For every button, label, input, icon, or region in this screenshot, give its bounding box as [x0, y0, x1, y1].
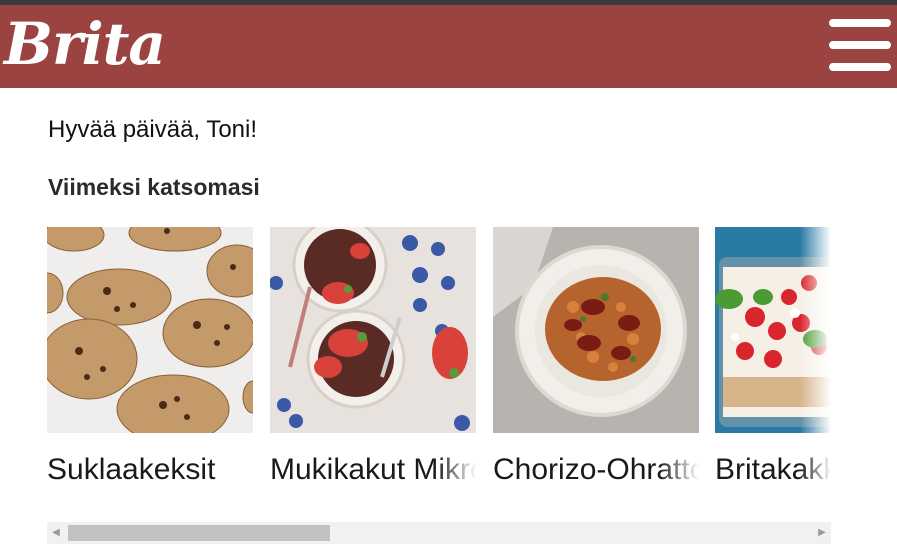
recipe-label: Suklaakeksit	[47, 451, 253, 489]
greeting-text: Hyvää päivää, Toni!	[48, 116, 258, 143]
site-header: Brita	[0, 5, 897, 88]
scrollbar-thumb[interactable]	[68, 525, 330, 541]
recipe-image-mug-cakes	[270, 227, 476, 433]
scroll-right-arrow-icon[interactable]: ▶	[813, 522, 831, 544]
carousel-scrollbar[interactable]: ◀ ▶	[47, 522, 831, 544]
recently-viewed-title: Viimeksi katsomasi	[48, 174, 260, 200]
brita-logo[interactable]: Brita	[4, 11, 166, 77]
recipe-card-mukikakut[interactable]: Mukikakut Mikro	[270, 227, 476, 497]
carousel-fade-overlay	[800, 227, 831, 507]
recipe-image-chorizo	[493, 227, 699, 433]
recipe-label: Chorizo-Ohratto	[493, 451, 699, 489]
scroll-left-arrow-icon[interactable]: ◀	[47, 522, 65, 544]
recipe-card-suklaakeksit[interactable]: Suklaakeksit	[47, 227, 253, 497]
recipe-card-chorizo[interactable]: Chorizo-Ohratto	[493, 227, 699, 497]
recently-viewed-carousel[interactable]: Suklaakeksit Mukikakut Mikro Chorizo-Ohr…	[47, 227, 831, 507]
hamburger-menu-icon[interactable]	[829, 19, 891, 73]
recipe-image-cookies	[47, 227, 253, 433]
recipe-label: Mukikakut Mikro	[270, 451, 476, 489]
